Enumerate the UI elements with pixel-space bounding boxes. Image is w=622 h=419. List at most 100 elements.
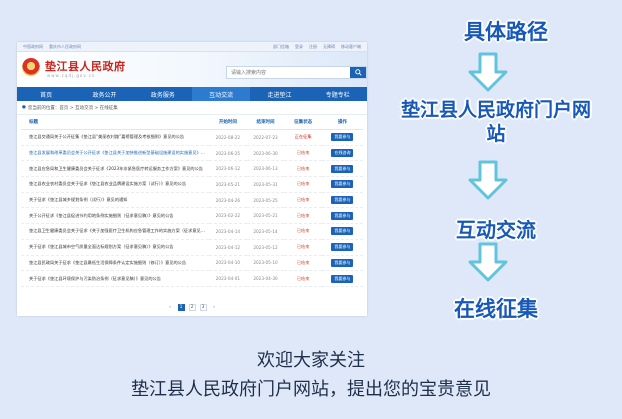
row-title-link[interactable]: 关于征求《垫江县环境保护与污染防治条例（征求意见稿）》意见的公告 xyxy=(21,270,210,287)
nav-item[interactable]: 专题专栏 xyxy=(309,87,367,101)
row-title-link[interactable]: 垫江县农业农村委员会关于征求《垫江县农业品牌建设实施方案（试行）》意见的公告 xyxy=(21,176,210,193)
topbar-link[interactable]: 无障碍 xyxy=(323,44,335,49)
topbar-link[interactable]: 移动客户端 xyxy=(341,44,361,49)
row-status: 已结束 xyxy=(284,239,322,256)
table-body: 垫江县交通局关于公开征集《垫江县“美丽农村路”嘉榜管理及考核细则》意见的公告 20… xyxy=(21,129,363,287)
row-start-date: 2022-08-22 xyxy=(209,129,247,146)
site-url: www.cqdj.gov.cn xyxy=(47,73,96,78)
row-end-date: 2023-05-25 xyxy=(246,192,285,209)
row-action-cell: 我要参与 xyxy=(321,239,363,256)
row-action-button[interactable]: 我要参与 xyxy=(331,227,354,236)
topbar-link[interactable]: 登录 xyxy=(295,44,303,49)
search-input[interactable] xyxy=(227,67,350,78)
nav-item[interactable]: 走进垫江 xyxy=(250,87,308,101)
row-title-link[interactable]: 关于征求《垫江县城乡规划条例（试行）》意见的通知 xyxy=(21,192,210,209)
page-button[interactable]: › xyxy=(211,304,218,311)
row-title-link[interactable]: 关于征求《垫江县城市空气质量全面达标规划方案（征求意见稿）》意见的公告 xyxy=(21,239,210,256)
table-row: 垫江县交通局关于公开征集《垫江县“美丽农村路”嘉榜管理及考核细则》意见的公告 20… xyxy=(21,129,363,146)
row-title-link[interactable]: 垫江县应急局和卫生健康委员会关于征求《2023年非紧急医疗转运服务工作方案》意见… xyxy=(21,160,210,178)
row-action-cell: 我要参与 xyxy=(321,270,363,287)
page-button[interactable]: ‹ xyxy=(167,304,174,311)
row-status: 已结束 xyxy=(284,176,322,193)
topbar-left-links: 中国政府网 重庆市人民政府网 xyxy=(23,44,87,50)
main-nav: 首页 政务公开 政务服务 互动交流 走进垫江 专题专栏 xyxy=(17,87,367,101)
row-end-date: 2023-05-21 xyxy=(246,207,285,225)
row-status: 已结束 xyxy=(284,270,322,287)
page-button[interactable]: 2 xyxy=(188,304,196,311)
step-interaction: 互动交流 xyxy=(456,218,536,242)
row-action-cell: 在线咨询 xyxy=(321,145,363,162)
table-row: 垫江县发展和改革委员会关于公开征求《垫江县关于加快推进新型基础设施建设的实施意见… xyxy=(21,145,363,162)
row-title-link[interactable]: 垫江县民政局关于征求《垫江县最低生活保障条件认定实施细则（修订）》意见的公告 xyxy=(21,255,210,272)
row-start-date: 2023-02-22 xyxy=(209,207,247,225)
row-end-date: 2023-05-10 xyxy=(246,255,285,272)
down-arrow-icon xyxy=(468,52,508,92)
row-action-button[interactable]: 我要参与 xyxy=(331,180,354,189)
collection-table-wrap: 标题 开始时间 结束时间 征集状态 操作 垫江县交通局关于公开征集《垫江县“美丽农村路”… xyxy=(17,115,367,287)
row-status: 正在征集 xyxy=(284,129,322,146)
site-title: 垫江县人民政府 xyxy=(45,60,126,73)
row-end-date: 2023-05-12 xyxy=(246,239,285,256)
row-action-button[interactable]: 我要参与 xyxy=(331,164,354,173)
national-emblem-icon xyxy=(22,58,40,76)
table-row: 关于征求《垫江县城市空气质量全面达标规划方案（征求意见稿）》意见的公告 2023-… xyxy=(21,239,363,256)
row-status: 已结束 xyxy=(284,145,322,162)
table-row: 关于征求《垫江县城乡规划条例（试行）》意见的通知 2023-04-26 2023-0… xyxy=(21,192,363,209)
row-action-cell: 我要参与 xyxy=(321,223,363,240)
column-header: 标题 xyxy=(21,115,210,130)
nav-item[interactable]: 政务公开 xyxy=(75,87,133,101)
table-header: 标题 开始时间 结束时间 征集状态 操作 xyxy=(21,115,363,130)
column-header: 操作 xyxy=(321,115,363,130)
row-action-button[interactable]: 我要参与 xyxy=(331,133,354,142)
row-action-button[interactable]: 我要参与 xyxy=(331,243,354,252)
nav-item[interactable]: 政务服务 xyxy=(134,87,192,101)
row-title-link[interactable]: 垫江县卫生健康委员会关于征求《关于加强医疗卫生机构应急管理工作的实施方案（征求意… xyxy=(21,223,210,240)
table-row: 关于征求《垫江县环境保护与污染防治条例（征求意见稿）》意见的公告 2023-04-… xyxy=(21,270,363,287)
step-title: 具体路径 xyxy=(464,20,548,44)
row-start-date: 2023-04-10 xyxy=(209,255,247,272)
down-arrow-icon xyxy=(468,242,508,282)
row-action-button[interactable]: 我要参与 xyxy=(331,196,354,205)
row-action-cell: 我要参与 xyxy=(321,192,363,209)
row-start-date: 2023-04-26 xyxy=(209,192,247,209)
row-start-date: 2023-06-25 xyxy=(209,145,247,162)
row-action-cell: 我要参与 xyxy=(321,255,363,272)
row-title-link[interactable]: 垫江县发展和改革委员会关于公开征求《垫江县关于加快推进新型基础设施建设的实施意见… xyxy=(21,145,210,162)
row-action-cell: 我要参与 xyxy=(321,160,363,178)
row-title-link[interactable]: 关于公开征求《垫江县促进节约用地条例实施细则（征求意见稿）》意见的公告 xyxy=(21,207,210,225)
table-row: 垫江县农业农村委员会关于征求《垫江县农业品牌建设实施方案（试行）》意见的公告 20… xyxy=(21,176,363,193)
row-status: 已结束 xyxy=(284,160,322,178)
row-end-date: 2023-05-31 xyxy=(246,176,285,193)
row-status: 已结束 xyxy=(284,223,322,240)
breadcrumb-text: 您当前的位置：首页 > 互动交流 > 在线征集 xyxy=(27,105,118,111)
row-action-cell: 我要参与 xyxy=(321,207,363,225)
topbar-link[interactable]: 中国政府网 xyxy=(23,44,43,49)
topbar-link[interactable]: 部门信箱 xyxy=(273,44,289,49)
row-start-date: 2023-04-14 xyxy=(209,223,247,240)
topbar-link[interactable]: 注册 xyxy=(309,44,317,49)
page-button[interactable]: 3 xyxy=(199,304,207,311)
row-action-button[interactable]: 我要参与 xyxy=(331,274,354,283)
column-header: 征集状态 xyxy=(284,115,322,130)
row-end-date: 2023-06-13 xyxy=(246,160,285,178)
pagination: ‹ 1 2 3 › xyxy=(17,304,367,311)
footer-line-2: 垫江县人民政府门户网站，提出您的宝贵意见 xyxy=(131,379,491,400)
row-end-date: 2023-06-30 xyxy=(246,145,285,162)
row-start-date: 2023-04-12 xyxy=(209,239,247,256)
page-button[interactable]: 1 xyxy=(177,304,185,311)
topbar-link[interactable]: 重庆市人民政府网 xyxy=(49,44,81,49)
row-action-cell: 我要参与 xyxy=(321,129,363,146)
row-action-button[interactable]: 我要参与 xyxy=(331,258,354,267)
row-start-date: 2023-04-01 xyxy=(209,270,247,287)
nav-item[interactable]: 互动交流 xyxy=(191,87,251,101)
search-icon xyxy=(354,69,362,76)
footer-line-1: 欢迎大家关注 xyxy=(257,350,365,371)
row-title-link[interactable]: 垫江县交通局关于公开征集《垫江县“美丽农村路”嘉榜管理及考核细则》意见的公告 xyxy=(21,129,210,146)
row-action-button[interactable]: 在线咨询 xyxy=(331,149,354,158)
search-button[interactable] xyxy=(350,67,366,78)
collection-table: 标题 开始时间 结束时间 征集状态 操作 垫江县交通局关于公开征集《垫江县“美丽农村路”… xyxy=(21,115,363,287)
nav-item[interactable]: 首页 xyxy=(17,87,75,101)
row-action-button[interactable]: 我要参与 xyxy=(331,211,354,220)
website-screenshot: 中国政府网 重庆市人民政府网 部门信箱 登录 注册 无障碍 移动客户端 垫江县人民政府 w… xyxy=(17,42,367,316)
row-start-date: 2023-06-12 xyxy=(209,160,247,178)
